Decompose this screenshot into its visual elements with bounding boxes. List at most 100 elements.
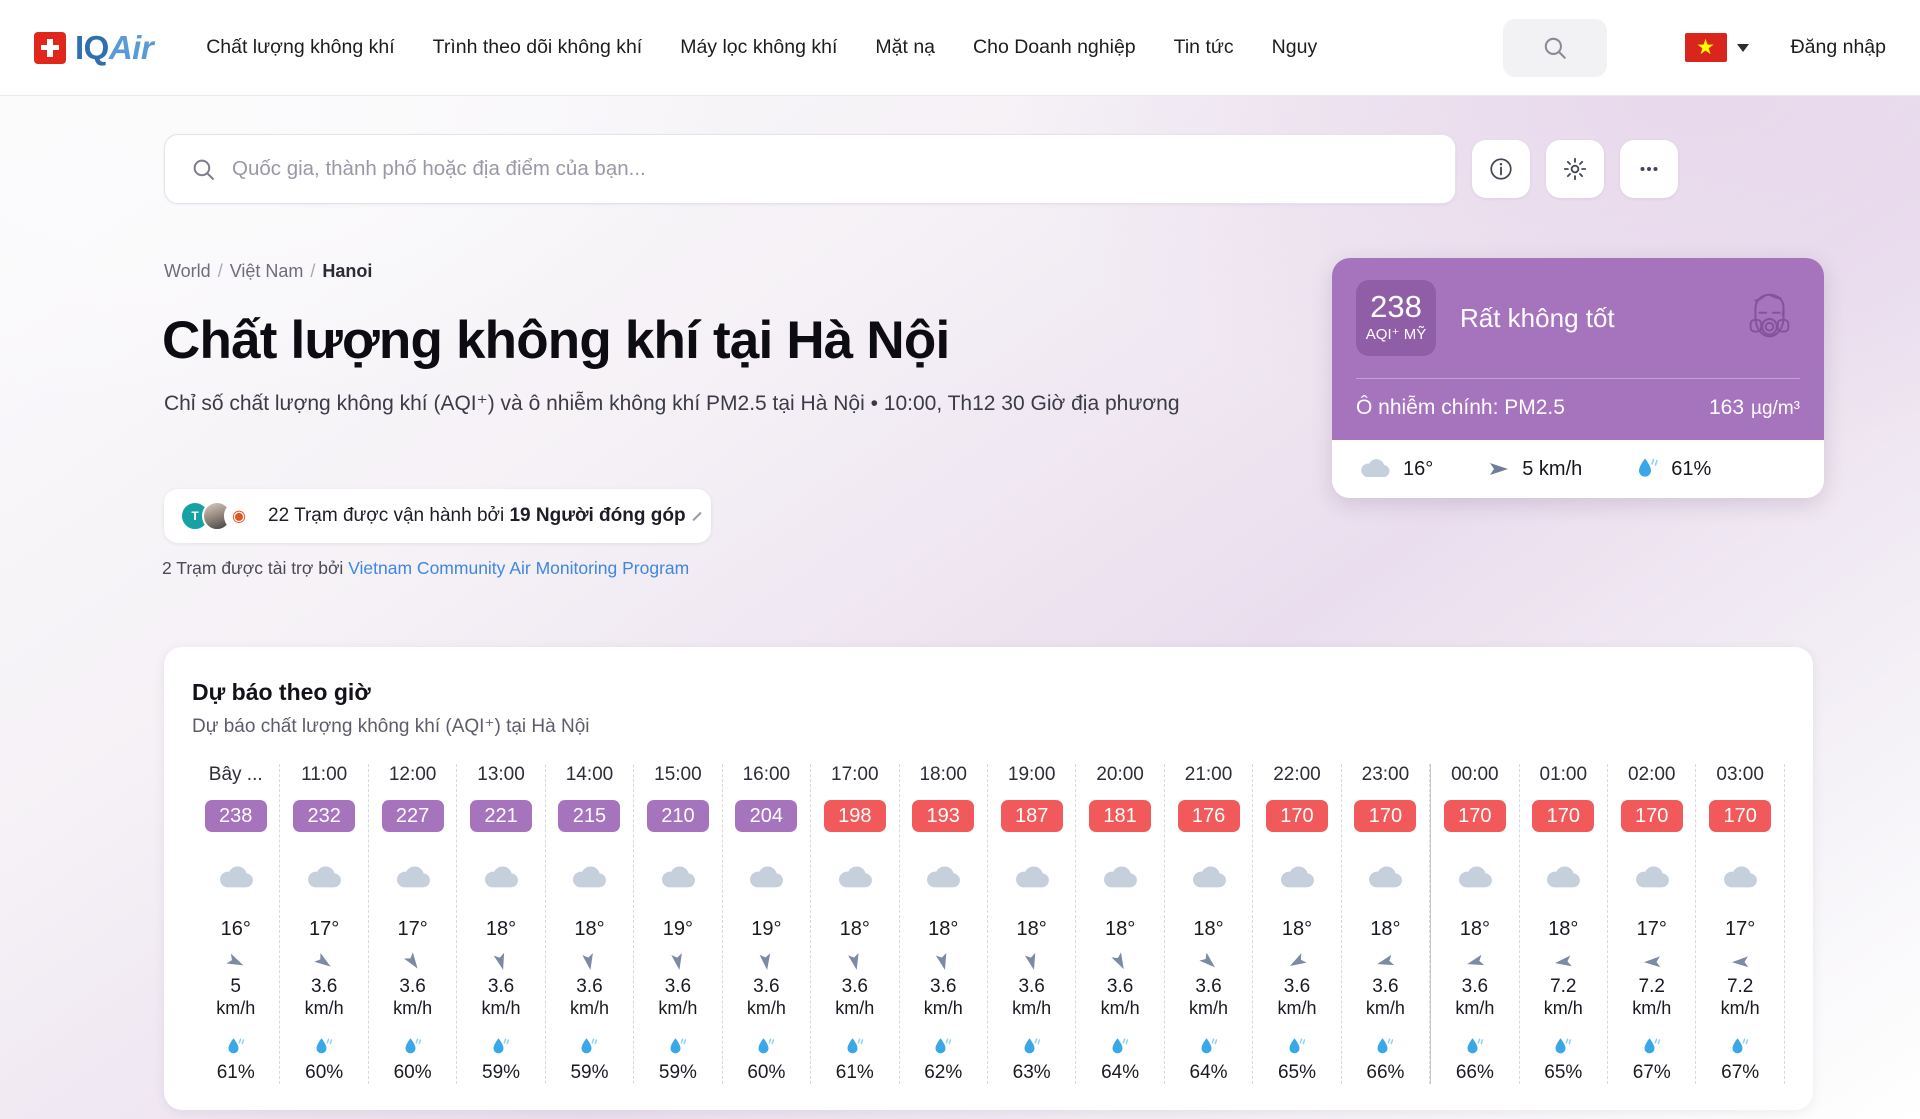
forecast-aqi-badge: 170 [1443, 800, 1506, 832]
humidity-drop-icon [1375, 1036, 1395, 1058]
forecast-column[interactable]: 21:00 176 18° 3.6 km/h 64% [1165, 764, 1254, 1084]
page-root: IQAir Chất lượng không khí Trình theo dõ… [0, 0, 1920, 1119]
avatar: ◉ [224, 501, 254, 531]
forecast-column[interactable]: 01:00 170 18° 7.2 km/h 65% [1520, 764, 1608, 1084]
forecast-column[interactable]: 14:00 215 18° 3.6 km/h 59% [546, 764, 635, 1084]
forecast-column[interactable]: 18:00 193 18° 3.6 km/h 62% [900, 764, 988, 1084]
forecast-column[interactable]: 11:00 232 17° 3.6 km/h 60% [280, 764, 369, 1084]
forecast-column[interactable]: 22:00 170 18° 3.6 km/h 65% [1253, 764, 1342, 1084]
main-pollutant-unit: µg/m³ [1751, 398, 1800, 419]
forecast-aqi-badge: 170 [1532, 800, 1595, 832]
forecast-aqi-badge: 170 [1354, 800, 1417, 832]
stations-contributors-pill[interactable]: T ◉ 22 Trạm được vận hành bởi 19 Người đ… [164, 489, 711, 543]
nav-item-news[interactable]: Tin tức [1155, 38, 1253, 58]
forecast-aqi-badge: 198 [823, 800, 886, 832]
search-box[interactable] [164, 134, 1456, 204]
language-selector[interactable]: ★ [1684, 33, 1749, 62]
forecast-temperature: 18° [574, 918, 605, 940]
aqi-value-chip: 238 AQI⁺ MỸ [1356, 280, 1436, 356]
nav-item-for-business[interactable]: Cho Doanh nghiệp [954, 38, 1155, 58]
forecast-column[interactable]: 20:00 181 18° 3.6 km/h 64% [1076, 764, 1165, 1084]
nav-item-resources[interactable]: Nguy [1253, 38, 1317, 58]
forecast-humidity: 64% [1101, 1061, 1140, 1083]
forecast-temperature: 17° [309, 918, 340, 940]
settings-button[interactable] [1546, 140, 1604, 198]
nav-item-air-quality[interactable]: Chất lượng không khí [187, 38, 413, 58]
sponsor-prefix-text: 2 Trạm được tài trợ bởi [162, 558, 349, 578]
forecast-temperature: 18° [1104, 918, 1136, 940]
forecast-column[interactable]: 12:00 227 17° 3.6 km/h 60% [369, 764, 458, 1084]
breadcrumb-separator-1: / [217, 261, 223, 281]
cloud-icon [1543, 860, 1583, 896]
forecast-column[interactable]: 16:00 204 19° 3.6 km/h 60% [723, 764, 812, 1084]
sponsor-line: 2 Trạm được tài trợ bởi Vietnam Communit… [162, 558, 689, 579]
forecast-humidity: 60% [747, 1061, 786, 1083]
nav-item-masks[interactable]: Mặt nạ [856, 38, 954, 58]
forecast-hour-label: 13:00 [477, 764, 525, 785]
cloud-icon [1361, 459, 1390, 477]
forecast-column[interactable]: 23:00 170 18° 3.6 km/h 66% [1342, 764, 1431, 1084]
forecast-wind-speed: 3.6 km/h [481, 976, 521, 1019]
humidity-drop-icon [1639, 458, 1659, 477]
forecast-wind-speed: 3.6 km/h [1100, 976, 1140, 1019]
forecast-hour-label: 11:00 [301, 764, 348, 785]
info-icon [1490, 158, 1512, 180]
nav-item-air-purifiers[interactable]: Máy lọc không khí [661, 38, 856, 58]
forecast-column[interactable]: 17:00 198 18° 3.6 km/h 61% [811, 764, 900, 1084]
forecast-temperature: 18° [839, 918, 870, 940]
forecast-wind-speed: 3.6 km/h [1455, 976, 1495, 1019]
humidity-drop-icon [403, 1036, 423, 1058]
forecast-column[interactable]: 02:00 170 17° 7.2 km/h 67% [1608, 764, 1697, 1084]
forecast-humidity: 62% [924, 1061, 963, 1083]
search-icon [1544, 37, 1566, 59]
forecast-column[interactable]: 19:00 187 18° 3.6 km/h 63% [988, 764, 1077, 1084]
contributor-avatars: T ◉ [180, 501, 254, 531]
breadcrumb-country[interactable]: Việt Nam [230, 261, 304, 282]
aqi-headline-row: 238 AQI⁺ MỸ Rất không tốt [1356, 280, 1800, 356]
nav-right-group: ★ Đăng nhập [1502, 18, 1886, 77]
nav-item-air-monitors[interactable]: Trình theo dõi không khí [414, 38, 662, 58]
forecast-humidity: 65% [1277, 1061, 1316, 1083]
login-link[interactable]: Đăng nhập [1791, 36, 1886, 59]
main-pollutant-row: Ô nhiễm chính: PM2.5 163 µg/m³ [1356, 379, 1800, 440]
gear-icon [1563, 157, 1587, 181]
info-button[interactable] [1472, 140, 1530, 198]
forecast-temperature: 17° [1636, 918, 1667, 940]
weather-wind-value: 5 km/h [1522, 457, 1583, 480]
forecast-wind-speed: 3.6 km/h [1189, 976, 1229, 1019]
iqair-logo[interactable]: IQAir [34, 29, 154, 66]
more-options-button[interactable] [1620, 140, 1678, 198]
stations-count-text: 22 Trạm được vận hành bởi [268, 505, 510, 526]
forecast-aqi-badge: 193 [912, 800, 975, 832]
forecast-humidity: 59% [658, 1061, 697, 1083]
forecast-aqi-badge: 221 [470, 800, 533, 832]
sponsor-link[interactable]: Vietnam Community Air Monitoring Program [348, 558, 689, 578]
forecast-column[interactable]: 15:00 210 19° 3.6 km/h 59% [634, 764, 723, 1084]
forecast-column[interactable]: 03:00 170 17° 7.2 km/h 67% [1696, 764, 1785, 1084]
breadcrumb-world[interactable]: World [164, 261, 211, 282]
brand-iq-text: IQ [75, 29, 109, 66]
forecast-humidity: 67% [1632, 1061, 1671, 1083]
forecast-temperature: 18° [1193, 918, 1224, 940]
main-pollutant-value: 163 [1709, 396, 1745, 419]
forecast-column[interactable]: Bây ... 238 16° 5 km/h 61% [192, 764, 281, 1084]
forecast-column[interactable]: 13:00 221 18° 3.6 km/h 59% [457, 764, 546, 1084]
wind-arrow-icon [1641, 953, 1663, 971]
forecast-hour-label: 15:00 [654, 764, 702, 785]
forecast-column[interactable]: 00:00 170 18° 3.6 km/h 66% [1430, 764, 1520, 1084]
search-input[interactable] [232, 157, 1429, 181]
humidity-drop-icon [491, 1036, 511, 1058]
forecast-aqi-badge: 227 [381, 800, 444, 832]
forecast-temperature: 18° [1016, 918, 1047, 940]
forecast-aqi-badge: 170 [1620, 800, 1683, 832]
forecast-hour-label: 01:00 [1539, 764, 1588, 785]
forecast-wind-speed: 7.2 km/h [1632, 976, 1672, 1019]
cloud-icon [835, 860, 875, 896]
wind-arrow-icon [1552, 953, 1574, 971]
main-pollutant-label: Ô nhiễm chính: PM2.5 [1356, 396, 1565, 419]
forecast-aqi-badge: 215 [558, 800, 621, 832]
humidity-drop-icon [845, 1036, 865, 1058]
humidity-drop-icon [1642, 1036, 1662, 1058]
nav-search-button[interactable] [1502, 18, 1607, 77]
wind-arrow-icon [1464, 953, 1486, 971]
